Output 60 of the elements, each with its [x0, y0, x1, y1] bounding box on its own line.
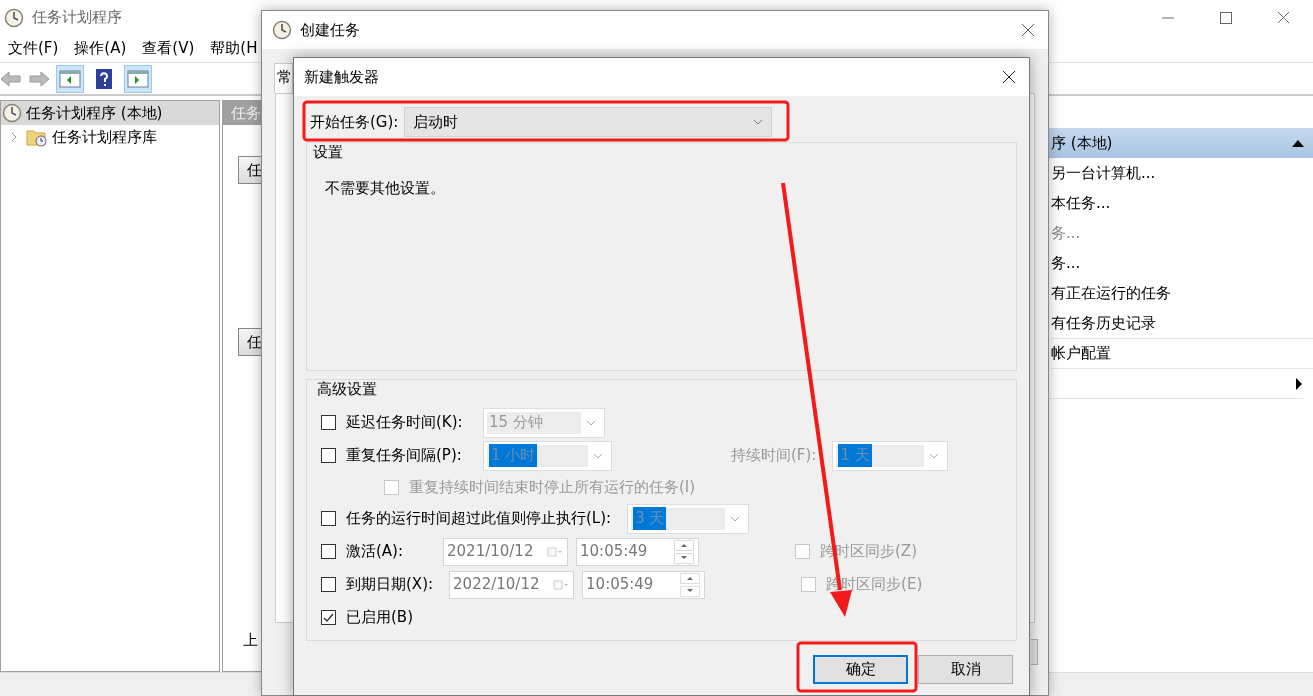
help-icon[interactable]: [93, 68, 115, 89]
checkbox-label[interactable]: 重复任务间隔(P):: [346, 444, 467, 467]
clock-icon: [272, 20, 292, 40]
spinner[interactable]: [680, 572, 701, 597]
calendar-icon: [553, 579, 570, 590]
footer-text: 上: [243, 630, 258, 651]
clock-icon: [2, 103, 22, 123]
dropdown-field[interactable]: 启动时: [404, 107, 773, 137]
tree-item[interactable]: 任务计划程序库: [1, 125, 219, 149]
time-field[interactable]: 10:05:49: [576, 537, 699, 566]
dialog-title: 创建任务: [300, 19, 360, 41]
menu-item[interactable]: 操作(A): [66, 37, 135, 60]
group-title: 高级设置: [316, 380, 378, 398]
chevron-icon: [753, 119, 764, 125]
settings-text: 不需要其他设置。: [324, 178, 446, 199]
section-button[interactable]: 任: [238, 156, 262, 184]
pane-toggle-icon[interactable]: [59, 68, 81, 89]
checkbox-label[interactable]: 到期日期(X):: [346, 573, 434, 596]
menu-item[interactable]: 帮助(H: [202, 37, 266, 60]
checkbox[interactable]: [321, 448, 336, 463]
close-icon[interactable]: [1020, 22, 1036, 38]
submenu-arrow-icon: [1295, 377, 1303, 390]
action-item[interactable]: 有任务历史记录: [1051, 308, 1313, 338]
collapse-icon[interactable]: [1291, 138, 1305, 148]
checkbox[interactable]: [321, 610, 336, 625]
action-item[interactable]: 务...: [1051, 248, 1313, 278]
actions-header[interactable]: 序 (本地): [1050, 131, 1113, 155]
action-item[interactable]: 有正在运行的任务: [1051, 278, 1313, 308]
tree-item[interactable]: 任务计划程序 (本地): [1, 101, 219, 125]
action-item[interactable]: 另一台计算机...: [1051, 158, 1313, 188]
spinner[interactable]: [674, 539, 694, 564]
clock-icon: [4, 7, 24, 28]
checkbox[interactable]: [321, 415, 336, 430]
section-button[interactable]: 任: [238, 328, 262, 356]
checkbox-label[interactable]: 激活(A):: [346, 540, 427, 563]
pane-toggle-icon[interactable]: [127, 68, 149, 89]
window-title: 任务计划程序: [32, 7, 122, 29]
field-label: 开始任务(G):: [310, 111, 399, 133]
field-label: 持续时间(F):: [731, 445, 817, 467]
action-item[interactable]: 帐户配置: [1051, 338, 1313, 368]
checkbox[interactable]: [321, 577, 336, 592]
group-title: 设置: [312, 143, 344, 161]
checkbox[interactable]: [321, 544, 336, 559]
dialog-button[interactable]: 确定: [813, 655, 908, 684]
menu-item[interactable]: 文件(F): [0, 37, 67, 60]
checkbox[interactable]: [321, 511, 336, 526]
date-field[interactable]: 2022/10/12: [449, 570, 575, 599]
checkbox-label[interactable]: 任务的运行时间超过此值则停止执行(L):: [346, 507, 612, 530]
date-field[interactable]: 2021/10/12: [443, 537, 568, 566]
tab[interactable]: 常: [274, 63, 293, 93]
checkbox-label[interactable]: 已启用(B): [346, 606, 413, 629]
calendar-icon: [547, 546, 563, 557]
dialog-title: 新建触发器: [304, 66, 379, 88]
folder-clock-icon: [26, 127, 48, 147]
menu-item[interactable]: 查看(V): [134, 37, 203, 60]
dialog-button[interactable]: 取消: [918, 655, 1013, 684]
checkbox-label[interactable]: 延迟任务时间(K):: [346, 411, 467, 434]
time-field[interactable]: 10:05:49: [582, 570, 706, 599]
action-item[interactable]: 本任务...: [1051, 188, 1313, 218]
close-icon[interactable]: [1001, 69, 1017, 85]
